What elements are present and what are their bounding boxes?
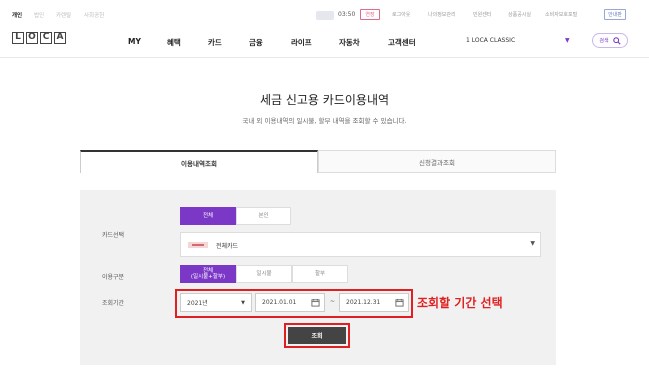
scope-self-button[interactable]: 본인 <box>236 207 291 225</box>
year-value: 2021년 <box>187 300 208 307</box>
my-card-selector[interactable]: 1 LOCA CLASSIC <box>466 37 515 44</box>
dropdown-arrow-icon: ▼ <box>530 240 535 247</box>
dropdown-arrow-icon: ▼ <box>241 299 245 306</box>
user-name-blurred <box>316 11 334 20</box>
query-highlight-box: 조회 <box>284 323 350 348</box>
nav-cards[interactable]: 카드 <box>208 37 222 48</box>
usage-type-label: 이용구분 <box>102 274 125 281</box>
product-disclosure-link[interactable]: 상품공시실 <box>508 11 531 18</box>
segment-personal[interactable]: 개인 <box>12 11 22 19</box>
tab-usage-inquiry[interactable]: 이용내역조회 <box>80 150 318 173</box>
loca-logo[interactable]: L O C A <box>12 32 66 44</box>
session-timer: 03:50 <box>338 11 356 18</box>
nav-my[interactable]: MY <box>128 37 141 46</box>
start-date-value: 2021.01.01 <box>262 299 297 306</box>
card-select-dropdown[interactable]: 전체카드 ▼ <box>180 232 541 257</box>
card-thumbnail <box>188 242 208 248</box>
nav-car[interactable]: 자동차 <box>339 37 360 48</box>
nav-life[interactable]: 라이프 <box>291 37 312 48</box>
logout-link[interactable]: 로그아웃 <box>392 11 410 18</box>
search-icon <box>612 36 621 45</box>
end-date-input[interactable]: 2021.12.31 <box>339 293 409 312</box>
date-range-tilde: ~ <box>330 298 336 305</box>
nav-customer-center[interactable]: 고객센터 <box>388 37 416 48</box>
usage-lumpsum-button[interactable]: 일시불 <box>236 265 292 283</box>
logo-letter: C <box>40 32 52 44</box>
usage-all-line2: (일시불+할부) <box>190 274 226 280</box>
end-date-value: 2021.12.31 <box>346 299 381 306</box>
query-button[interactable]: 조회 <box>288 327 346 344</box>
calendar-icon[interactable] <box>395 298 404 307</box>
start-date-input[interactable]: 2021.01.01 <box>255 293 325 312</box>
segment-corporate[interactable]: 법인 <box>34 11 44 19</box>
segment-social[interactable]: 사회공헌 <box>84 11 104 19</box>
page-subtitle: 국내 외 이용내역의 일시불, 할부 내역을 조회할 수 있습니다. <box>242 117 407 125</box>
caret-down-icon[interactable]: ▼ <box>565 37 570 44</box>
period-label: 조회기간 <box>102 300 125 307</box>
tab-application-result[interactable]: 신청결과조회 <box>318 150 556 173</box>
page-title: 세금 신고용 카드이용내역 <box>259 93 390 107</box>
guide-button[interactable]: 안내판 <box>604 9 626 20</box>
card-select-label: 카드선택 <box>102 232 125 239</box>
period-annotation: 조회할 기간 선택 <box>417 296 503 310</box>
calendar-icon[interactable] <box>311 298 320 307</box>
scope-all-button[interactable]: 전체 <box>180 207 236 225</box>
extend-session-button[interactable]: 연장 <box>360 9 380 20</box>
logo-letter: L <box>12 32 24 44</box>
search-button[interactable]: 검색 <box>592 33 628 48</box>
header-divider <box>0 57 649 58</box>
year-select[interactable]: 2021년 ▼ <box>180 293 252 312</box>
card-select-value: 전체카드 <box>216 243 239 250</box>
segment-car-rental[interactable]: 카렌탈 <box>56 11 71 19</box>
usage-all-button[interactable]: 전체 (일시불+할부) <box>180 265 236 283</box>
nav-benefits[interactable]: 혜택 <box>167 37 181 48</box>
consumer-portal-link[interactable]: 소비자보호포털 <box>545 11 577 18</box>
nav-finance[interactable]: 금융 <box>249 37 263 48</box>
my-info-link[interactable]: 나의정보관리 <box>428 11 456 18</box>
complaint-center-link[interactable]: 민원센터 <box>473 11 491 18</box>
logo-letter: O <box>26 32 38 44</box>
search-label: 검색 <box>599 38 609 44</box>
logo-letter: A <box>54 32 66 44</box>
usage-installment-button[interactable]: 할부 <box>292 265 348 283</box>
